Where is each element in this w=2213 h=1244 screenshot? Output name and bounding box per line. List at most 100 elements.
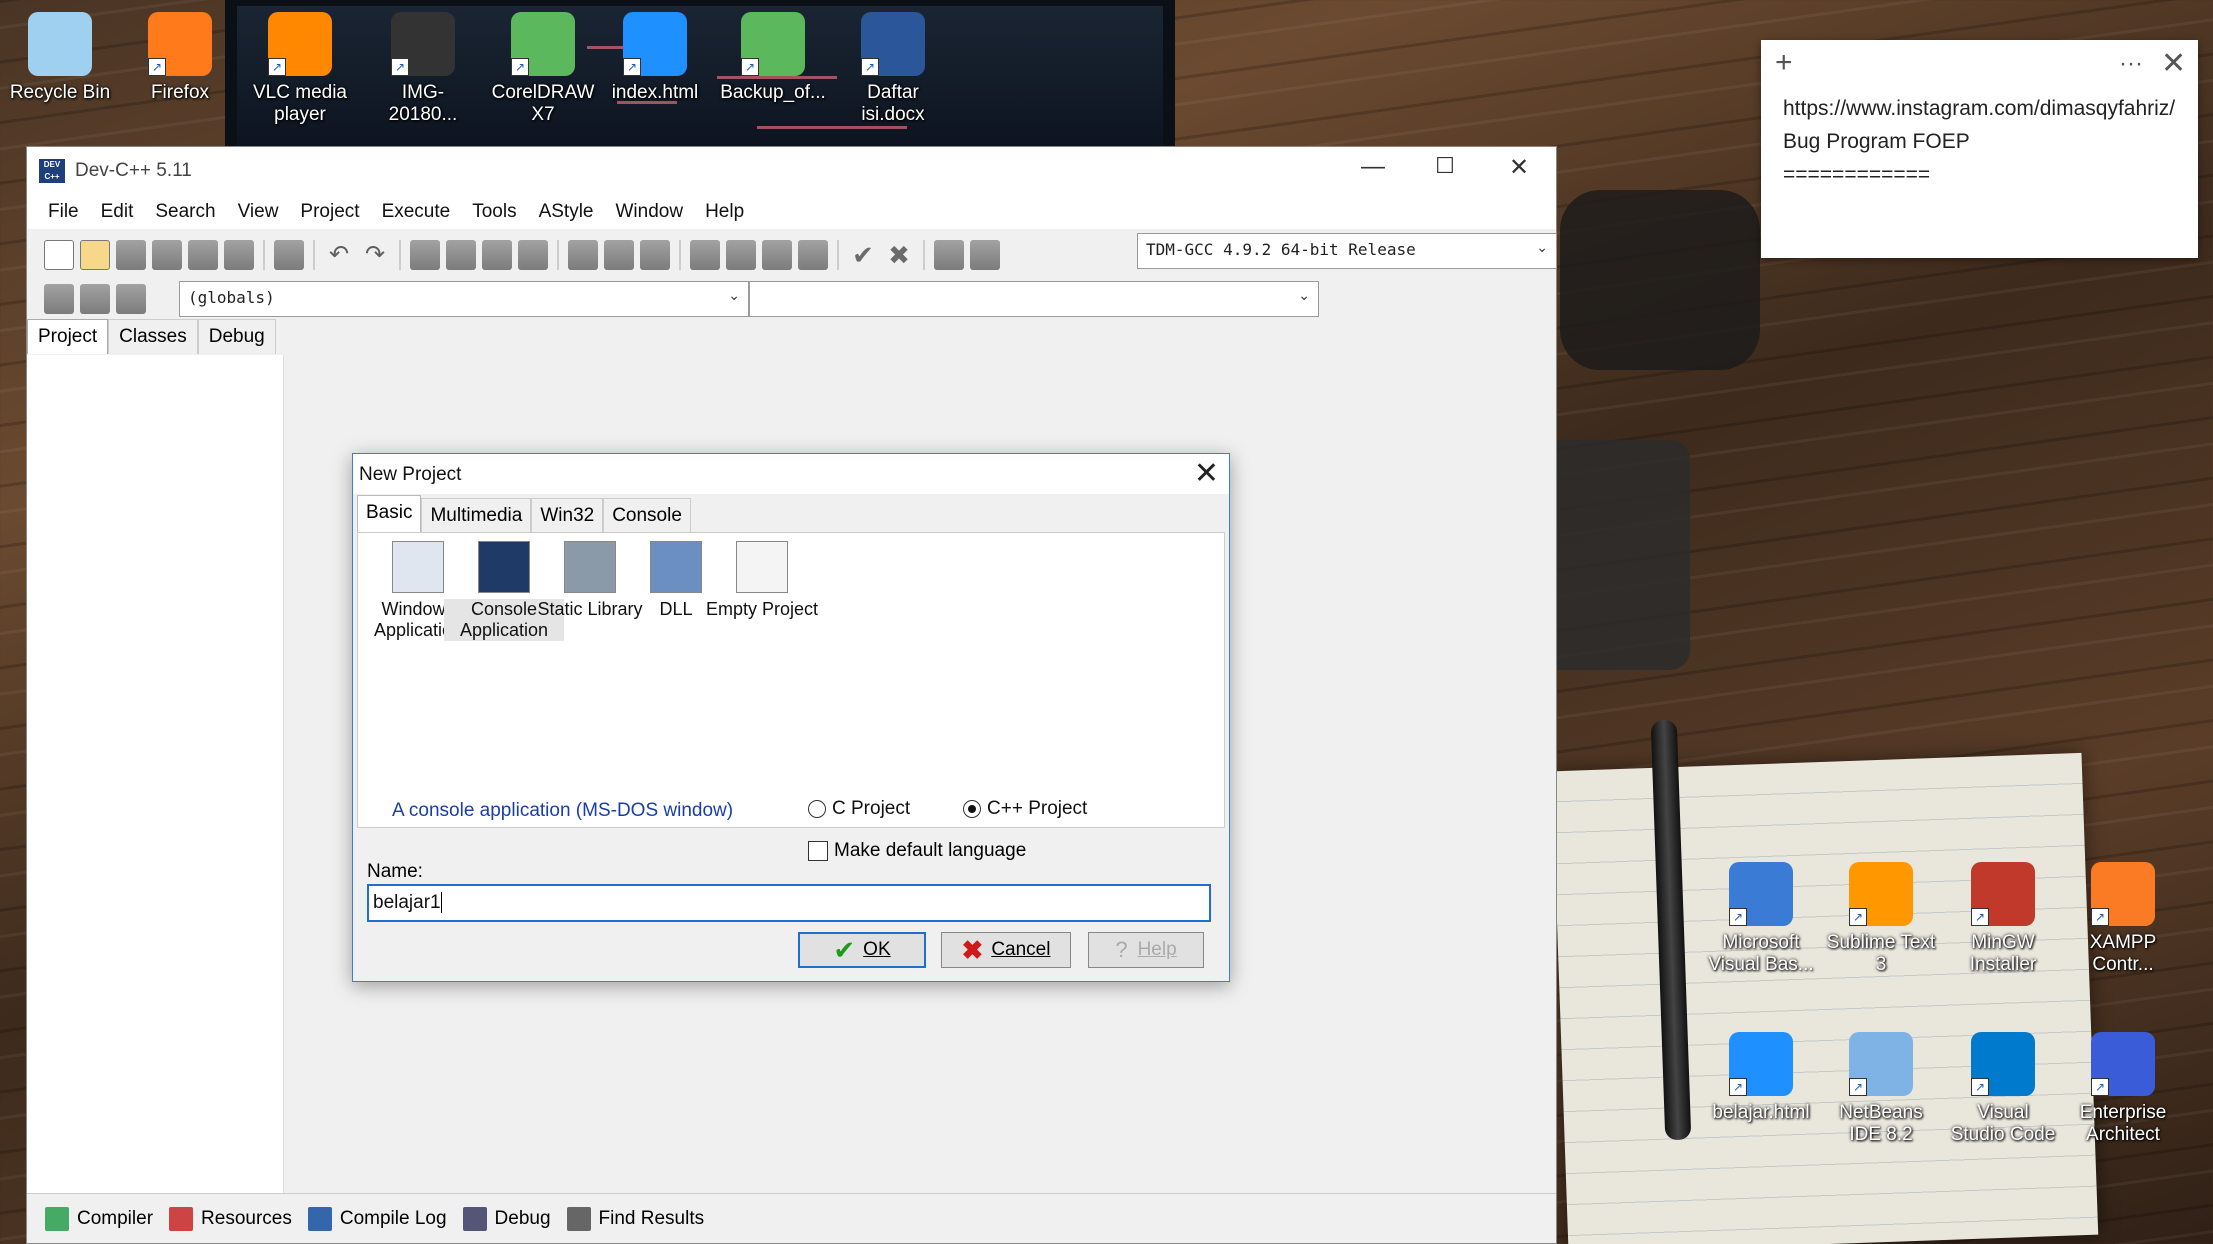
minimize-icon[interactable]: —: [1353, 153, 1393, 181]
menu-search[interactable]: Search: [144, 201, 226, 223]
undo-icon[interactable]: ↶: [324, 240, 354, 270]
template-item[interactable]: Empty Project: [702, 541, 822, 620]
desktop-icon[interactable]: ↗ Microsoft Visual Bas...: [1706, 862, 1816, 976]
sticky-note[interactable]: + ··· ✕ https://www.instagram.com/dimasq…: [1761, 40, 2198, 258]
sticky-note-text[interactable]: https://www.instagram.com/dimasqyfahriz/…: [1761, 90, 2198, 193]
tab-multimedia[interactable]: Multimedia: [421, 498, 532, 533]
menu-astyle[interactable]: AStyle: [528, 201, 605, 223]
tab-console[interactable]: Console: [603, 498, 691, 533]
menu-window[interactable]: Window: [605, 201, 695, 223]
desktop-icon[interactable]: Recycle Bin: [5, 12, 115, 104]
save-all-icon[interactable]: [152, 240, 182, 270]
project-name-input[interactable]: belajar1: [367, 884, 1211, 922]
desktop-icon[interactable]: ↗ index.html: [600, 12, 710, 104]
replace-icon[interactable]: [446, 240, 476, 270]
indent-icon[interactable]: [568, 240, 598, 270]
desktop-icon[interactable]: ↗ IMG-20180...: [368, 12, 478, 126]
find-icon[interactable]: [410, 240, 440, 270]
desktop-icon[interactable]: ↗ belajar.html: [1706, 1032, 1816, 1124]
globals-select[interactable]: (globals) ⌄: [179, 281, 749, 317]
dll-icon: [650, 541, 702, 593]
menu-execute[interactable]: Execute: [371, 201, 462, 223]
run-icon[interactable]: [726, 240, 756, 270]
desktop-icon-label: MinGW Installer: [1969, 932, 2037, 975]
tab-debug[interactable]: Debug: [455, 1206, 559, 1231]
desktop-icon[interactable]: ↗ Visual Studio Code: [1948, 1032, 2058, 1146]
desktop-icon[interactable]: ↗ Enterprise Architect: [2068, 1032, 2178, 1146]
goto-icon[interactable]: [116, 284, 146, 314]
close-all-icon[interactable]: [224, 240, 254, 270]
menu-view[interactable]: View: [227, 201, 290, 223]
tab-win32[interactable]: Win32: [531, 498, 604, 533]
project-browser-pane[interactable]: [27, 355, 284, 1195]
toggle-icon[interactable]: [80, 284, 110, 314]
rebuild-all-icon[interactable]: [798, 240, 828, 270]
toolbar-separator: [313, 240, 315, 270]
save-icon[interactable]: [116, 240, 146, 270]
close-dialog-icon[interactable]: ✕: [1194, 456, 1219, 491]
compiler-select[interactable]: TDM-GCC 4.9.2 64-bit Release ⌄: [1137, 233, 1557, 269]
recycle-bin-icon: [28, 12, 92, 76]
stop-execution-icon[interactable]: ✖: [884, 240, 914, 270]
tab-compile-log[interactable]: Compile Log: [300, 1206, 455, 1231]
maximize-icon[interactable]: ☐: [1425, 153, 1465, 179]
menu-project[interactable]: Project: [289, 201, 370, 223]
desktop-icon[interactable]: ↗ Sublime Text 3: [1826, 862, 1936, 976]
menu-file[interactable]: File: [37, 201, 90, 223]
new-project-dialog: New Project ✕ Basic Multimedia Win32 Consol…: [352, 453, 1230, 982]
desktop-icon[interactable]: ↗ NetBeans IDE 8.2: [1826, 1032, 1936, 1146]
tab-find-results[interactable]: Find Results: [559, 1206, 713, 1231]
shortcut-arrow-icon: ↗: [2091, 908, 2109, 926]
desktop-icon[interactable]: ↗ VLC media player: [245, 12, 355, 126]
cpp-project-radio[interactable]: C++ Project: [963, 798, 1087, 820]
redo-icon[interactable]: ↷: [360, 240, 390, 270]
compile-icon[interactable]: [690, 240, 720, 270]
goto-line-icon[interactable]: [518, 240, 548, 270]
desktop-icon[interactable]: ↗ Daftar isi.docx: [838, 12, 948, 126]
tab-project[interactable]: Project: [27, 319, 109, 354]
cancel-button[interactable]: ✖ Cancel: [941, 932, 1071, 968]
ok-button[interactable]: ✔ OK: [798, 932, 926, 968]
menu-help[interactable]: Help: [694, 201, 755, 223]
add-note-icon[interactable]: +: [1775, 46, 1793, 80]
close-file-icon[interactable]: [188, 240, 218, 270]
more-options-icon[interactable]: ···: [2119, 50, 2143, 78]
syntax-check-icon[interactable]: ✔: [848, 240, 878, 270]
shortcut-arrow-icon: ↗: [741, 58, 759, 76]
name-label: Name:: [367, 861, 423, 882]
c-project-radio[interactable]: C Project: [808, 798, 910, 820]
members-select[interactable]: ⌄: [749, 281, 1319, 317]
tab-resources[interactable]: Resources: [161, 1206, 300, 1231]
insert-icon[interactable]: [44, 284, 74, 314]
desktop-icon[interactable]: ↗ MinGW Installer: [1948, 862, 2058, 976]
desktop-icon[interactable]: ↗ Backup_of...: [718, 12, 828, 104]
tab-debug[interactable]: Debug: [197, 319, 276, 354]
tab-basic[interactable]: Basic: [357, 495, 422, 533]
close-window-icon[interactable]: ✕: [1499, 153, 1539, 182]
unindent-icon[interactable]: [604, 240, 634, 270]
find-next-icon[interactable]: [482, 240, 512, 270]
title-bar[interactable]: DEV C++ Dev-C++ 5.11 — ☐ ✕: [27, 147, 1556, 195]
tab-label: Find Results: [598, 1207, 705, 1229]
tab-compiler[interactable]: Compiler: [37, 1206, 161, 1231]
tab-classes[interactable]: Classes: [108, 319, 198, 354]
visual-basic-icon: ↗: [1729, 862, 1793, 926]
profile-icon[interactable]: [934, 240, 964, 270]
desktop-icon[interactable]: ↗ XAMPP Contr...: [2068, 862, 2178, 976]
close-icon[interactable]: ✕: [2161, 46, 2186, 81]
desktop-icon[interactable]: ↗ Firefox: [125, 12, 235, 104]
help-button[interactable]: ? Help: [1088, 932, 1204, 968]
delete-profile-icon[interactable]: [970, 240, 1000, 270]
new-file-icon[interactable]: [44, 240, 74, 270]
desktop-icon-label: Sublime Text 3: [1826, 932, 1936, 975]
menu-edit[interactable]: Edit: [90, 201, 145, 223]
menu-tools[interactable]: Tools: [461, 201, 527, 223]
make-default-checkbox[interactable]: Make default language: [808, 840, 1026, 862]
dialog-title-bar[interactable]: New Project ✕: [353, 454, 1229, 494]
compile-run-icon[interactable]: [762, 240, 792, 270]
toggle-bookmark-icon[interactable]: [640, 240, 670, 270]
open-file-icon[interactable]: [80, 240, 110, 270]
desktop-icon[interactable]: ↗ CorelDRAW X7: [488, 12, 598, 126]
print-icon[interactable]: [274, 240, 304, 270]
desktop-icon-label: Firefox: [150, 82, 210, 103]
